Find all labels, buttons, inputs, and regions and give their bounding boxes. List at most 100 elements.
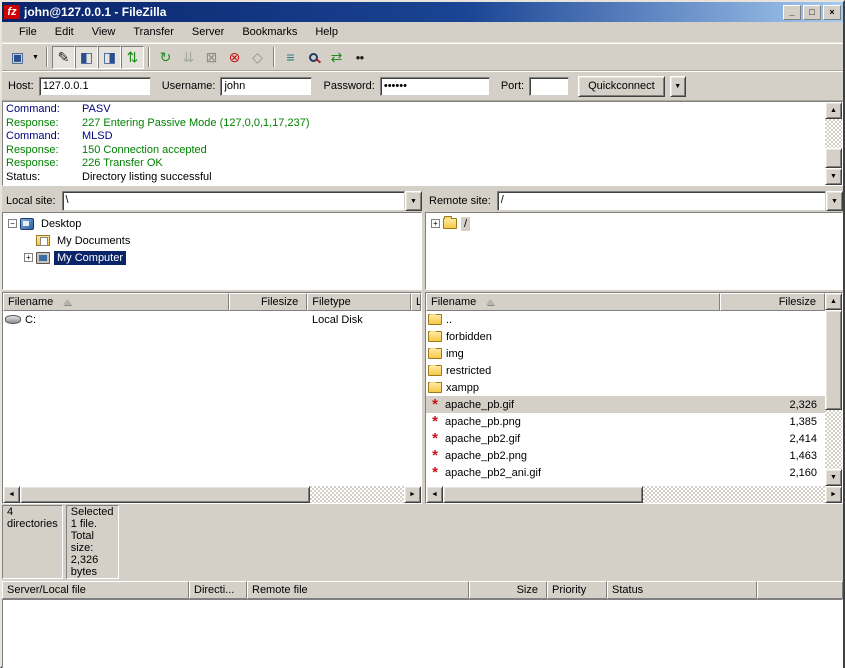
toggle-queue-icon[interactable]: ⇅: [121, 46, 144, 69]
file-row[interactable]: *apache_pb2.png1,463: [426, 447, 825, 464]
tree-item-label[interactable]: /: [461, 217, 470, 231]
file-row[interactable]: img: [426, 345, 825, 362]
cancel-operation-icon[interactable]: ⊠: [200, 46, 223, 69]
local-horizontal-scrollbar[interactable]: ◄ ►: [3, 486, 421, 503]
local-file-list: Filename Filesize Filetype L C: Local Di…: [2, 292, 422, 504]
port-input[interactable]: [529, 77, 569, 96]
local-site-combobox[interactable]: \ ▼: [62, 191, 422, 211]
file-row[interactable]: *apache_pb.png1,385: [426, 413, 825, 430]
scroll-down-icon[interactable]: ▼: [825, 469, 842, 486]
folder-icon: [428, 365, 442, 376]
process-queue-icon[interactable]: ⇊: [177, 46, 200, 69]
column-server-local-file[interactable]: Server/Local file: [2, 581, 189, 599]
scrollbar-thumb[interactable]: [443, 486, 643, 503]
menu-edit[interactable]: Edit: [46, 24, 83, 40]
expand-icon[interactable]: +: [24, 253, 33, 262]
column-filename[interactable]: Filename: [3, 293, 229, 311]
maximize-button[interactable]: □: [803, 5, 821, 20]
tree-item-root[interactable]: + /: [428, 215, 842, 232]
file-row[interactable]: xampp: [426, 379, 825, 396]
username-label: Username:: [162, 80, 216, 92]
tree-item-label[interactable]: My Documents: [54, 234, 133, 248]
menu-transfer[interactable]: Transfer: [124, 24, 183, 40]
scroll-left-icon[interactable]: ◄: [426, 486, 443, 503]
scrollbar-track[interactable]: [825, 119, 842, 148]
log-vertical-scrollbar[interactable]: ▲ ▼: [825, 102, 842, 185]
column-size[interactable]: Size: [469, 581, 547, 599]
collapse-icon[interactable]: −: [8, 219, 17, 228]
disconnect-icon[interactable]: ⊗: [223, 46, 246, 69]
menu-file[interactable]: File: [10, 24, 46, 40]
site-manager-icon[interactable]: ▣: [6, 46, 29, 69]
column-remote-file[interactable]: Remote file: [247, 581, 469, 599]
scrollbar-thumb[interactable]: [825, 310, 842, 410]
toggle-remote-tree-icon[interactable]: ◨: [98, 46, 121, 69]
find-files-icon[interactable]: ●●: [348, 46, 371, 69]
scroll-down-icon[interactable]: ▼: [825, 168, 842, 185]
quickconnect-dropdown-icon[interactable]: ▼: [670, 76, 686, 97]
directory-comparison-icon[interactable]: [302, 46, 325, 69]
chevron-down-icon[interactable]: ▼: [405, 191, 422, 211]
password-input[interactable]: [380, 77, 490, 96]
log-line: Response:150 Connection accepted: [6, 144, 825, 158]
remote-site-value[interactable]: /: [497, 191, 826, 211]
expand-icon[interactable]: +: [431, 219, 440, 228]
menu-help[interactable]: Help: [306, 24, 347, 40]
column-filename[interactable]: Filename: [426, 293, 720, 311]
scroll-right-icon[interactable]: ►: [404, 486, 421, 503]
file-row[interactable]: restricted: [426, 362, 825, 379]
toggle-message-log-icon[interactable]: ✎: [52, 46, 75, 69]
abort-icon[interactable]: ◇: [246, 46, 269, 69]
scrollbar-track[interactable]: [310, 486, 404, 503]
scrollbar-track[interactable]: [643, 486, 825, 503]
close-button[interactable]: ×: [823, 5, 841, 20]
file-row[interactable]: ..: [426, 311, 825, 328]
remote-horizontal-scrollbar[interactable]: ◄ ►: [426, 486, 842, 503]
local-site-value[interactable]: \: [62, 191, 405, 211]
scroll-right-icon[interactable]: ►: [825, 486, 842, 503]
column-filesize[interactable]: Filesize: [720, 293, 825, 311]
sort-ascending-icon: [63, 299, 71, 305]
column-filetype[interactable]: Filetype: [307, 293, 411, 311]
local-list-header: Filename Filesize Filetype L: [3, 293, 421, 311]
remote-vertical-scrollbar[interactable]: ▲ ▼: [825, 293, 842, 486]
scrollbar-thumb[interactable]: [825, 148, 842, 168]
tree-item-label[interactable]: My Computer: [54, 251, 126, 265]
remote-site-combobox[interactable]: / ▼: [497, 191, 843, 211]
scroll-up-icon[interactable]: ▲: [825, 293, 842, 310]
tree-item-label[interactable]: Desktop: [38, 217, 84, 231]
username-input[interactable]: [220, 77, 312, 96]
file-row[interactable]: *apache_pb2.gif2,414: [426, 430, 825, 447]
column-status[interactable]: Status: [607, 581, 757, 599]
column-priority[interactable]: Priority: [547, 581, 607, 599]
scroll-up-icon[interactable]: ▲: [825, 102, 842, 119]
site-manager-dropdown-icon[interactable]: ▼: [29, 46, 42, 69]
file-row-selected[interactable]: *apache_pb.gif2,326: [426, 396, 825, 413]
host-input[interactable]: [39, 77, 151, 96]
refresh-icon[interactable]: ↻: [154, 46, 177, 69]
scrollbar-thumb[interactable]: [20, 486, 310, 503]
toggle-local-tree-icon[interactable]: ◧: [75, 46, 98, 69]
scroll-left-icon[interactable]: ◄: [3, 486, 20, 503]
chevron-down-icon[interactable]: ▼: [826, 191, 843, 211]
minimize-button[interactable]: _: [783, 5, 801, 20]
file-row[interactable]: *apache_pb2_ani.gif2,160: [426, 464, 825, 481]
tree-item-my-computer[interactable]: + My Computer: [5, 249, 421, 266]
column-direction[interactable]: Directi...: [189, 581, 247, 599]
remote-file-list: Filename Filesize .. forbidden img restr…: [425, 292, 843, 504]
synchronized-browsing-icon[interactable]: ⇄: [325, 46, 348, 69]
column-filesize[interactable]: Filesize: [229, 293, 307, 311]
menu-bookmarks[interactable]: Bookmarks: [233, 24, 306, 40]
quickconnect-button[interactable]: Quickconnect: [578, 76, 665, 97]
tree-item-my-documents[interactable]: My Documents: [5, 232, 421, 249]
file-row-c-drive[interactable]: C: Local Disk: [3, 311, 421, 328]
column-last-modified[interactable]: L: [411, 293, 421, 311]
filter-icon[interactable]: ≡: [279, 46, 302, 69]
menu-server[interactable]: Server: [183, 24, 233, 40]
menu-view[interactable]: View: [83, 24, 125, 40]
scrollbar-track[interactable]: [825, 410, 842, 469]
menu-bar: File Edit View Transfer Server Bookmarks…: [2, 22, 843, 43]
host-label: Host:: [8, 80, 34, 92]
tree-item-desktop[interactable]: − Desktop: [5, 215, 421, 232]
file-row[interactable]: forbidden: [426, 328, 825, 345]
